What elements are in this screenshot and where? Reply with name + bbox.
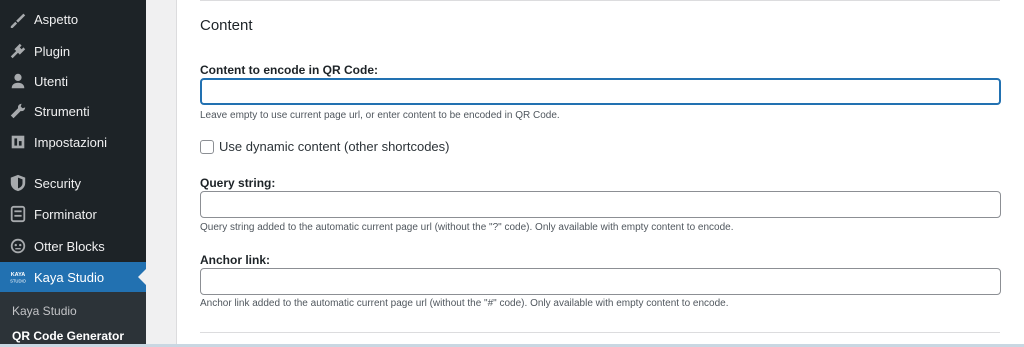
users-icon: [8, 71, 28, 91]
sidebar-item-forminator[interactable]: Forminator: [0, 199, 146, 229]
query-string-label: Query string:: [200, 176, 276, 190]
paintbrush-icon: [8, 9, 28, 29]
settings-icon: [8, 132, 28, 152]
sidebar-item-label: Security: [34, 175, 81, 191]
sidebar-item-label: Impostazioni: [34, 134, 107, 150]
qr-content-label: Content to encode in QR Code:: [200, 63, 378, 77]
sidebar-item-otter-blocks[interactable]: Otter Blocks: [0, 231, 146, 261]
submenu-item-kaya-studio[interactable]: Kaya Studio: [12, 304, 77, 318]
anchor-link-help: Anchor link added to the automatic curre…: [200, 298, 729, 309]
sidebar-item-label: Utenti: [34, 73, 68, 89]
dynamic-content-checkbox[interactable]: [200, 139, 214, 154]
query-string-input[interactable]: [200, 191, 1001, 218]
sidebar-item-aspetto[interactable]: Aspetto: [0, 4, 146, 34]
sidebar-item-kaya-studio[interactable]: KAYA STUDIO Kaya Studio: [0, 262, 146, 292]
dynamic-content-label: Use dynamic content (other shortcodes): [219, 139, 450, 154]
sidebar-item-plugin[interactable]: Plugin: [0, 36, 146, 66]
sidebar-item-impostazioni[interactable]: Impostazioni: [0, 127, 146, 157]
active-menu-arrow: [138, 269, 146, 285]
admin-sidebar: Aspetto Plugin Utenti Strumenti Impostaz…: [0, 0, 146, 347]
otter-icon: [8, 236, 28, 256]
sidebar-item-strumenti[interactable]: Strumenti: [0, 96, 146, 126]
anchor-link-input[interactable]: [200, 268, 1001, 295]
sidebar-item-label: Plugin: [34, 43, 71, 59]
kaya-logo-icon: KAYA STUDIO: [8, 267, 28, 287]
sidebar-item-label: Forminator: [34, 206, 97, 222]
section-title: Content: [200, 17, 253, 34]
shield-icon: [8, 173, 28, 193]
query-string-help: Query string added to the automatic curr…: [200, 222, 734, 233]
forminator-icon: [8, 204, 28, 224]
qr-content-input[interactable]: [200, 78, 1001, 105]
sidebar-submenu: Kaya Studio QR Code Generator: [0, 292, 146, 347]
svg-text:STUDIO: STUDIO: [10, 279, 27, 284]
plugin-icon: [8, 41, 28, 61]
wrench-icon: [8, 101, 28, 121]
sidebar-item-label: Strumenti: [34, 103, 90, 119]
divider: [200, 332, 1000, 333]
sidebar-item-security[interactable]: Security: [0, 168, 146, 198]
sidebar-item-label: Otter Blocks: [34, 238, 105, 254]
sidebar-item-utenti[interactable]: Utenti: [0, 66, 146, 96]
anchor-link-label: Anchor link:: [200, 253, 271, 267]
qr-content-help: Leave empty to use current page url, or …: [200, 110, 560, 121]
sidebar-item-label: Kaya Studio: [34, 269, 105, 285]
svg-text:KAYA: KAYA: [11, 272, 26, 278]
submenu-item-qr-code-generator[interactable]: QR Code Generator: [12, 329, 124, 343]
divider: [200, 0, 1000, 1]
dynamic-content-row[interactable]: Use dynamic content (other shortcodes): [200, 139, 450, 154]
sidebar-item-label: Aspetto: [34, 11, 79, 27]
